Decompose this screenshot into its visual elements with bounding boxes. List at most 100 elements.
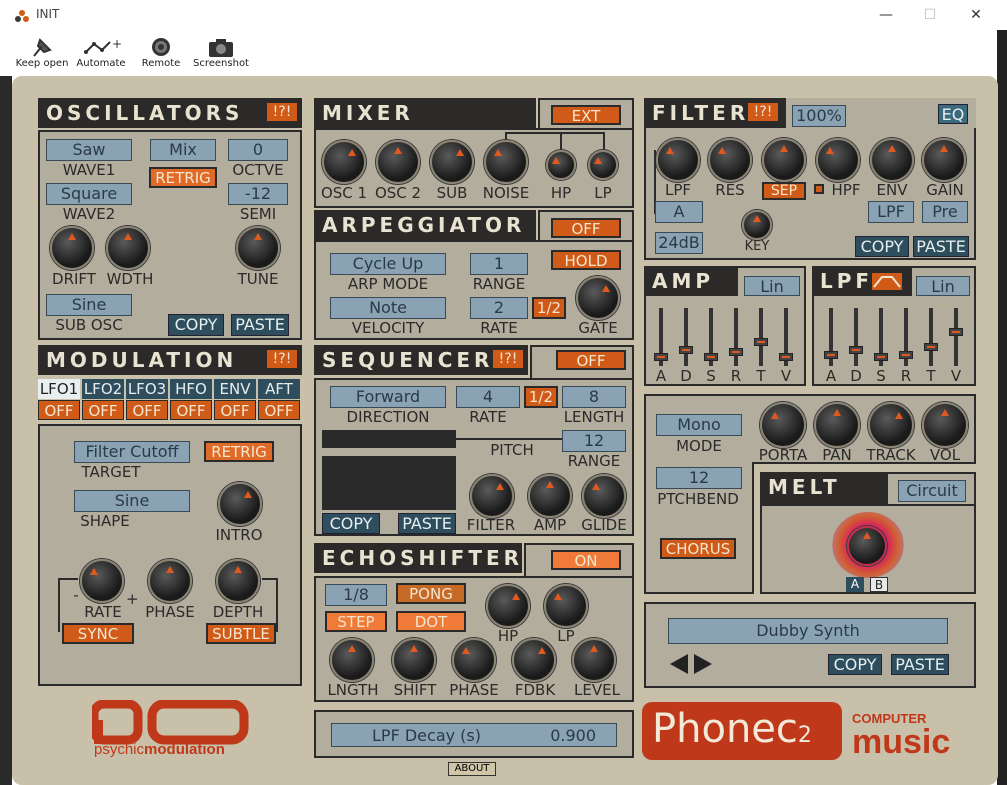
noise-level-knob[interactable] — [484, 140, 528, 184]
volume-knob[interactable] — [922, 402, 968, 448]
lfo-tab-lfo2[interactable]: LFO2 — [82, 379, 124, 399]
osc-retrig-button[interactable]: RETRIG — [149, 167, 217, 188]
seq-glide-knob[interactable] — [582, 474, 626, 518]
filter-slope-display[interactable]: 24dB — [655, 232, 703, 254]
echo-length-knob[interactable] — [330, 638, 374, 682]
echo-on-button[interactable]: ON — [551, 550, 621, 570]
preset-next-icon[interactable] — [694, 654, 712, 674]
seq-length-display[interactable]: 8 — [562, 386, 626, 408]
osc2-level-knob[interactable] — [376, 140, 420, 184]
mixer-hp-knob[interactable] — [546, 150, 576, 180]
melt-knob[interactable] — [847, 526, 887, 566]
mod-retrig-button[interactable]: RETRIG — [204, 441, 274, 462]
seq-range-display[interactable]: 12 — [562, 430, 626, 452]
maximize-button[interactable]: ☐ — [915, 4, 945, 26]
lpfenv-fader-t[interactable] — [924, 308, 938, 366]
preset-prev-icon[interactable] — [670, 654, 688, 674]
amp-fader-t[interactable] — [754, 308, 768, 366]
amp-fader-d[interactable] — [679, 308, 693, 366]
mod-rate-knob[interactable] — [80, 559, 124, 603]
sep-button[interactable]: SEP — [762, 182, 806, 200]
dot-button[interactable]: DOT — [396, 611, 466, 632]
seq-rate-display[interactable]: 4 — [456, 386, 520, 408]
intro-knob[interactable] — [218, 482, 262, 526]
seq-half-button[interactable]: 1/2 — [524, 386, 558, 408]
automate-button[interactable]: + Automate — [76, 36, 126, 69]
lfo-tab-hfo[interactable]: HFO — [170, 379, 212, 399]
filter-paste-button[interactable]: PASTE — [913, 236, 969, 257]
seq-amp-knob[interactable] — [528, 474, 572, 518]
sub-level-knob[interactable] — [430, 140, 474, 184]
fader-cap[interactable] — [654, 353, 668, 361]
preset-copy-button[interactable]: COPY — [828, 654, 882, 675]
filter-env-target-display[interactable]: LPF — [868, 201, 914, 223]
porta-knob[interactable] — [760, 402, 806, 448]
preset-paste-button[interactable]: PASTE — [891, 654, 949, 675]
echo-hp-knob[interactable] — [486, 584, 530, 628]
close-button[interactable]: ✕ — [961, 4, 991, 26]
hold-button[interactable]: HOLD — [551, 250, 621, 270]
echo-phase-knob[interactable] — [452, 638, 496, 682]
minimize-button[interactable]: — — [871, 4, 901, 26]
semi-display[interactable]: -12 — [228, 183, 288, 205]
mod-random-button[interactable]: !?! — [265, 348, 299, 370]
arp-range-display[interactable]: 1 — [470, 253, 528, 275]
fader-cap[interactable] — [824, 351, 838, 359]
voice-mode-display[interactable]: Mono — [656, 414, 742, 436]
lpfenv-fader-s[interactable] — [874, 308, 888, 366]
screenshot-button[interactable]: Screenshot — [192, 36, 250, 69]
arp-half-button[interactable]: 1/2 — [532, 297, 566, 319]
lfo-tab-env[interactable]: ENV — [214, 379, 256, 399]
osc1-level-knob[interactable] — [322, 140, 366, 184]
mod-target-display[interactable]: Filter Cutoff — [74, 441, 190, 463]
arp-rate-display[interactable]: 2 — [470, 297, 528, 319]
lpfenv-fader-v[interactable] — [949, 308, 963, 366]
lfo-tab-aft[interactable]: AFT — [258, 379, 300, 399]
seq-step-grid[interactable] — [322, 456, 456, 510]
lfo-state-lfo3[interactable]: OFF — [126, 400, 168, 420]
pong-button[interactable]: PONG — [396, 583, 466, 604]
echo-shift-knob[interactable] — [392, 638, 436, 682]
lpfenv-fader-a[interactable] — [824, 308, 838, 366]
seq-copy-button[interactable]: COPY — [322, 513, 380, 534]
ext-button[interactable]: EXT — [551, 105, 621, 125]
echo-time-display[interactable]: 1/8 — [325, 584, 387, 606]
lfo-state-lfo1[interactable]: OFF — [38, 400, 80, 420]
sync-button[interactable]: SYNC — [62, 623, 134, 644]
width-knob[interactable] — [106, 226, 150, 270]
mod-phase-knob[interactable] — [148, 559, 192, 603]
filter-env-knob[interactable] — [870, 138, 914, 182]
seq-direction-display[interactable]: Forward — [330, 386, 446, 408]
sub-osc-display[interactable]: Sine — [46, 294, 132, 316]
seq-pitch-lane[interactable] — [322, 430, 456, 448]
lpf-env-curve-display[interactable]: Lin — [916, 276, 970, 296]
track-knob[interactable] — [868, 402, 914, 448]
wave2-display[interactable]: Square — [46, 183, 132, 205]
fader-cap[interactable] — [874, 353, 888, 361]
keep-open-button[interactable]: Keep open — [14, 36, 70, 69]
eq-button[interactable]: EQ — [938, 104, 968, 124]
filter-percent-display[interactable]: 100% — [792, 105, 846, 127]
amp-fader-v[interactable] — [779, 308, 793, 366]
melt-type-display[interactable]: Circuit — [898, 480, 966, 502]
seq-paste-button[interactable]: PASTE — [398, 513, 456, 534]
filter-gain-knob[interactable] — [922, 138, 966, 182]
remote-button[interactable]: Remote — [138, 36, 184, 69]
amp-fader-s[interactable] — [704, 308, 718, 366]
resonance-knob[interactable] — [708, 138, 752, 182]
lfo-state-lfo2[interactable]: OFF — [82, 400, 124, 420]
lfo-state-hfo[interactable]: OFF — [170, 400, 212, 420]
pitchbend-display[interactable]: 12 — [656, 467, 742, 489]
filter-copy-button[interactable]: COPY — [855, 236, 909, 257]
fader-cap[interactable] — [924, 343, 938, 351]
osc-copy-button[interactable]: COPY — [168, 314, 224, 336]
wave1-display[interactable]: Saw — [46, 139, 132, 161]
echo-lp-knob[interactable] — [544, 584, 588, 628]
pan-knob[interactable] — [814, 402, 860, 448]
echo-level-knob[interactable] — [572, 638, 616, 682]
velocity-display[interactable]: Note — [330, 297, 446, 319]
step-button[interactable]: STEP — [325, 611, 387, 632]
mix-display[interactable]: Mix — [150, 139, 216, 161]
fader-cap[interactable] — [704, 353, 718, 361]
lfo-state-env[interactable]: OFF — [214, 400, 256, 420]
